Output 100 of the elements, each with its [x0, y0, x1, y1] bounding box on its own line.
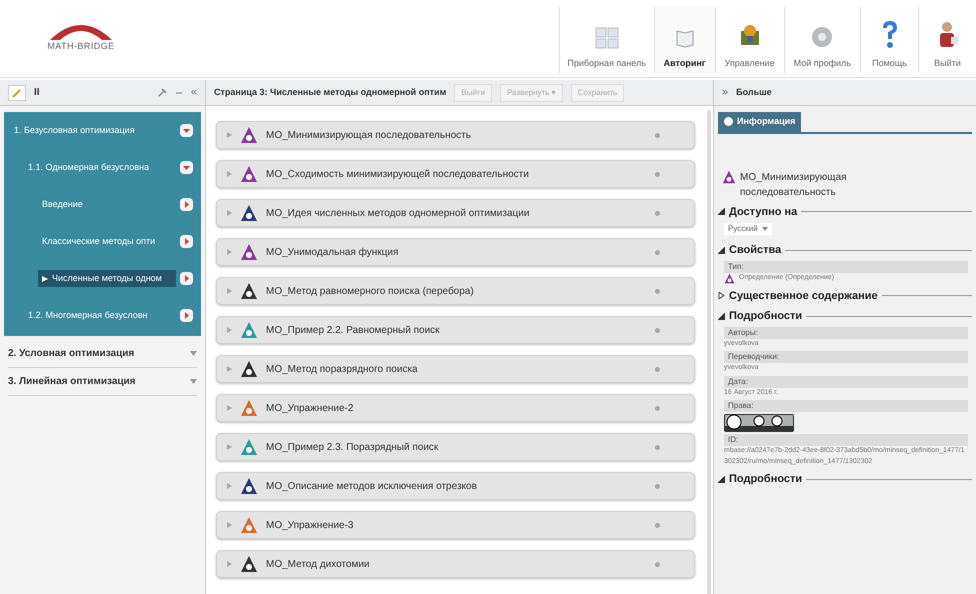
triangle-icon	[240, 516, 258, 534]
expand-arrow-icon[interactable]	[227, 288, 232, 294]
triangle-icon	[240, 165, 258, 183]
content-item[interactable]: MO_Упражнение-2	[216, 394, 695, 422]
scrollbar[interactable]	[707, 110, 711, 594]
triangle-icon	[722, 170, 736, 184]
triangle-icon	[718, 208, 725, 216]
expand-arrow-icon[interactable]	[227, 132, 232, 138]
caret-icon	[190, 351, 197, 356]
triangle-icon	[240, 438, 258, 456]
dot-icon[interactable]	[655, 288, 660, 294]
item-title: MO_Минимизирующая последовательность	[740, 170, 848, 200]
expand-arrow-icon[interactable]	[227, 171, 232, 177]
gear-icon	[810, 24, 834, 48]
collapse-toggle-icon[interactable]	[180, 124, 193, 137]
caret-icon	[190, 379, 197, 384]
language-select[interactable]: Русский	[724, 223, 772, 235]
triangle-icon	[240, 243, 258, 261]
expand-arrow-icon[interactable]	[227, 444, 232, 450]
pointer-icon	[42, 276, 48, 282]
content-item[interactable]: MO_Пример 2.3. Поразрядный поиск	[216, 433, 695, 461]
triangle-icon	[240, 126, 258, 144]
dot-icon[interactable]	[655, 210, 660, 216]
expand-arrow-icon[interactable]	[227, 366, 232, 372]
expand-arrow-icon[interactable]	[227, 522, 232, 528]
content-item[interactable]: MO_Идея численных методов одномерной оптимизации	[216, 199, 695, 227]
tree-item[interactable]: Численные методы одном	[38, 270, 176, 288]
tree-item[interactable]: 1. Безусловная оптимизация	[10, 122, 176, 140]
panel-title: Больше	[736, 86, 772, 99]
dot-icon[interactable]	[655, 444, 660, 450]
dot-icon[interactable]	[655, 132, 660, 138]
expand-arrow-icon[interactable]	[227, 249, 232, 255]
nav-button[interactable]: Авторинг	[654, 7, 715, 73]
section-header[interactable]: Существенное содержание	[718, 288, 878, 304]
expand-toggle-icon[interactable]	[180, 198, 193, 211]
nav-button[interactable]: Помощь	[860, 7, 918, 73]
expand-arrow-icon[interactable]	[227, 327, 232, 333]
dot-icon[interactable]	[655, 172, 660, 176]
expand-toggle-icon[interactable]	[180, 272, 193, 285]
tree-item[interactable]: 2. Условная оптимизация	[8, 340, 197, 368]
section-header[interactable]: Подробности	[718, 308, 802, 324]
tree-item[interactable]: Введение	[38, 196, 176, 214]
triangle-icon	[718, 292, 725, 300]
dot-icon[interactable]	[655, 484, 660, 488]
expand-arrow-icon[interactable]	[227, 210, 232, 216]
tree-item[interactable]: 3. Линейная оптимизация	[8, 368, 197, 396]
tree-item[interactable]: 1.2. Многомерная безусловн	[24, 306, 176, 324]
triangle-icon	[240, 204, 258, 222]
pin-icon[interactable]	[156, 88, 167, 98]
caret-icon	[762, 227, 768, 231]
section-header[interactable]: Подробности	[718, 471, 802, 488]
section-header[interactable]: Свойства	[718, 242, 782, 258]
triangle-icon	[718, 312, 725, 320]
content-item[interactable]: MO_Метод поразрядного поиска	[216, 355, 695, 383]
grid-icon	[594, 26, 619, 48]
triangle-icon	[240, 477, 258, 495]
dot-icon[interactable]	[655, 328, 660, 332]
expand-arrow-icon[interactable]	[227, 483, 232, 489]
collapse-button[interactable]: «	[190, 84, 197, 101]
field-label: Авторы:	[724, 326, 968, 338]
triangle-icon	[240, 360, 258, 378]
tree-item[interactable]: Классические методы опти	[38, 232, 176, 250]
expand-toggle-icon[interactable]	[180, 309, 193, 322]
content-item[interactable]: MO_Пример 2.2. Равномерный поиск	[216, 316, 695, 344]
expand-arrow-icon[interactable]	[227, 405, 232, 411]
expand-toggle-icon[interactable]	[180, 235, 193, 248]
content-item[interactable]: MO_Упражнение-3	[216, 511, 695, 539]
page-title: Страница 3: Численные методы одномерной оптим	[214, 86, 446, 99]
expand-arrow-icon[interactable]	[227, 561, 232, 567]
section-header[interactable]: Доступно на	[718, 204, 798, 220]
triangle-icon	[240, 321, 258, 339]
triangle-icon	[718, 246, 725, 254]
triangle-icon	[240, 282, 258, 300]
info-tab[interactable]: Информация	[718, 112, 802, 132]
dot-icon[interactable]	[655, 522, 660, 528]
dot-icon[interactable]	[655, 250, 660, 254]
content-item[interactable]: MO_Метод дихотомии	[216, 550, 695, 578]
nav-button[interactable]: Управление	[714, 7, 784, 73]
triangle-icon	[240, 555, 258, 573]
dot-icon[interactable]	[655, 366, 660, 372]
content-item[interactable]: MO_Минимизирующая последовательность	[216, 121, 695, 149]
dot-icon[interactable]	[655, 562, 660, 566]
tree-item[interactable]: 1.1. Одномерная безусловна	[24, 158, 176, 176]
content-item[interactable]: MO_Метод равномерного поиска (перебора)	[216, 277, 695, 305]
triangle-icon	[724, 272, 735, 284]
content-item[interactable]: MO_Унимодальная функция	[216, 238, 695, 266]
triangle-icon	[718, 476, 725, 483]
content-item[interactable]: MO_Сходимость минимизирующей последовательности	[216, 160, 695, 188]
field-label: Тип:	[724, 260, 968, 272]
pause-button[interactable]: II	[34, 85, 40, 100]
expand-button[interactable]: »	[722, 84, 728, 101]
field-label: ID:	[724, 434, 968, 446]
logo[interactable]: MATH-BRIDGE	[36, 18, 126, 53]
collapse-toggle-icon[interactable]	[180, 161, 193, 174]
pencil-icon[interactable]	[8, 84, 26, 100]
nav-button[interactable]: Выйти	[918, 7, 976, 73]
nav-button[interactable]: Мой профиль	[784, 7, 860, 73]
dot-icon[interactable]	[655, 406, 660, 410]
nav-button[interactable]: Приборная панель	[558, 7, 654, 73]
content-item[interactable]: MO_Описание методов исключения отрезков	[216, 472, 695, 500]
